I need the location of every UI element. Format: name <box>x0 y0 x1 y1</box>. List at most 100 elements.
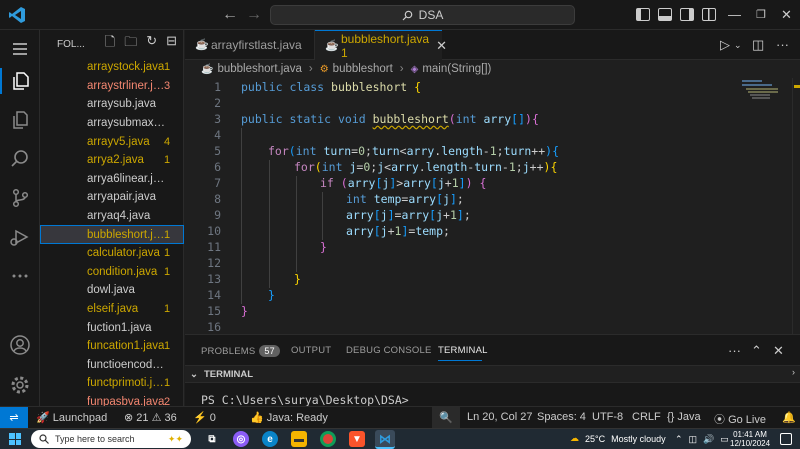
indent-guide <box>322 192 323 240</box>
file-item[interactable]: arrya6linear.java <box>40 170 184 189</box>
notifications-bell-icon[interactable]: 🔔 <box>782 411 796 424</box>
collapse-all-icon[interactable]: ⊟ <box>166 33 177 55</box>
file-item[interactable]: arrayv5.java 4 <box>40 132 184 151</box>
forward-arrow-icon[interactable]: → <box>246 6 262 24</box>
volume-icon[interactable]: 🔊 <box>703 434 714 445</box>
notification-center-icon[interactable] <box>780 433 792 445</box>
battery-icon[interactable]: ▭ <box>720 434 729 445</box>
tab-bubbleshort[interactable]: ☕ bubbleshort.java 1 ✕ <box>315 30 447 60</box>
search-icon[interactable] <box>9 148 31 170</box>
file-explorer-icon[interactable]: ▬ <box>291 431 307 447</box>
file-item[interactable]: arryapair.java <box>40 188 184 207</box>
menu-icon[interactable] <box>9 38 31 60</box>
file-item[interactable]: arrya2.java 1 <box>40 151 184 170</box>
toggle-primary-sidebar-icon[interactable] <box>636 8 650 21</box>
task-view-icon[interactable]: ⧉ <box>204 431 220 447</box>
terminal-prompt[interactable]: PS C:\Users\surya\Desktop\DSA> <box>201 393 409 407</box>
more-icon[interactable] <box>9 265 31 287</box>
new-folder-icon[interactable]: 🗀 <box>124 33 137 55</box>
problems-count-badge: 57 <box>259 345 280 357</box>
code-editor[interactable]: 1 2 3 4 5 6 7 8 9 10 11 12 13 14 15 16 p… <box>185 78 800 334</box>
brave-icon[interactable]: ▼ <box>349 431 365 447</box>
windows-start-icon[interactable] <box>9 433 21 445</box>
file-item[interactable]: arraysub.java <box>40 95 184 114</box>
file-item[interactable]: dowl.java <box>40 281 184 300</box>
file-item[interactable]: funcation1.java 1 <box>40 337 184 356</box>
file-item[interactable]: arraystock.java 1 <box>40 58 184 77</box>
terminal-section-header[interactable]: ⌄ TERMINAL <box>185 365 800 383</box>
settings-gear-icon[interactable] <box>9 374 31 396</box>
customize-layout-icon[interactable] <box>702 8 716 21</box>
command-center-search[interactable]: DSA <box>270 5 575 25</box>
vscode-taskbar-icon[interactable]: ⋈ <box>375 430 395 449</box>
java-status[interactable]: 👍 Java: Ready <box>250 411 328 424</box>
zoom-icon[interactable]: 🔍 <box>432 407 460 428</box>
minimize-button[interactable]: — <box>728 6 741 24</box>
file-item[interactable]: functprimoti.java 1 <box>40 374 184 393</box>
copilot-icon[interactable]: ◎ <box>233 431 249 447</box>
run-dropdown-chevron-icon[interactable]: ⌄ <box>734 40 742 51</box>
more-actions-icon[interactable]: ··· <box>776 37 789 52</box>
tab-arrayfirstlast[interactable]: ☕ arrayfirstlast.java <box>185 30 315 60</box>
weather-widget[interactable]: ☁ 25°C Mostly cloudy <box>570 433 666 444</box>
file-item[interactable]: arryaq4.java <box>40 207 184 226</box>
file-item[interactable]: arraysubmax.java <box>40 114 184 133</box>
tab-debug-console[interactable]: DEBUG CONSOLE <box>346 345 431 356</box>
new-file-icon[interactable]: 🗋 <box>105 33 115 55</box>
close-tab-icon[interactable]: ✕ <box>436 38 447 54</box>
source-control-icon[interactable] <box>9 187 31 209</box>
launchpad-item[interactable]: 🚀 Launchpad <box>36 411 107 424</box>
toggle-secondary-sidebar-icon[interactable] <box>680 8 694 21</box>
cursor-position[interactable]: Ln 20, Col 27 <box>467 411 532 423</box>
remote-indicator-icon[interactable]: ⇌ <box>0 407 28 428</box>
breadcrumb-file[interactable]: bubbleshort.java <box>217 63 301 75</box>
line-endings[interactable]: CRLF <box>632 411 661 423</box>
file-item-selected[interactable]: bubbleshort.java 1 <box>40 225 184 244</box>
file-item[interactable]: fuction1.java <box>40 318 184 337</box>
explorer-icon[interactable] <box>9 70 31 92</box>
chevron-right-icon[interactable]: › <box>792 367 795 377</box>
code-line: public class bubbleshort { <box>241 80 422 94</box>
line-number: 14 <box>207 288 221 302</box>
run-icon[interactable]: ▷ <box>720 37 730 53</box>
tab-output[interactable]: OUTPUT <box>291 345 331 356</box>
explorer-sidebar: FOL... 🗋 🗀 ↻ ⊟ arraystock.java 1 arraystr… <box>40 30 184 408</box>
back-arrow-icon[interactable]: ← <box>222 6 238 24</box>
run-debug-icon[interactable] <box>9 226 31 248</box>
indentation[interactable]: Spaces: 4 <box>537 411 586 423</box>
file-item[interactable]: calculator.java 1 <box>40 244 184 263</box>
editor-scrollbar[interactable] <box>792 78 800 334</box>
maximize-panel-icon[interactable]: ⌃ <box>751 343 762 359</box>
clock[interactable]: 01:41 AM 12/10/2024 <box>730 430 770 448</box>
encoding[interactable]: UTF-8 <box>592 411 623 423</box>
breadcrumb-method[interactable]: main(String[]) <box>422 63 491 75</box>
file-item[interactable]: functioencode.java <box>40 356 184 375</box>
account-icon[interactable] <box>9 334 31 356</box>
problems-status[interactable]: ⊗ 21 ⚠ 36 <box>124 411 177 424</box>
go-live-button[interactable]: ⦿ Go Live <box>714 411 766 427</box>
toggle-panel-icon[interactable] <box>658 8 672 21</box>
file-item[interactable]: elseif.java 1 <box>40 300 184 319</box>
edge-icon[interactable]: e <box>262 431 278 447</box>
ports-status[interactable]: ⚡ 0 <box>193 411 216 424</box>
taskbar-search[interactable]: Type here to search ✦✦ <box>31 430 191 448</box>
file-item[interactable]: arraystrliner.java 3 <box>40 77 184 96</box>
close-window-button[interactable]: ✕ <box>781 6 792 24</box>
line-number: 3 <box>214 112 221 126</box>
file-item[interactable]: condition.java 1 <box>40 263 184 282</box>
tab-problems[interactable]: PROBLEMS 57 <box>201 345 280 357</box>
chrome-icon[interactable] <box>320 431 336 447</box>
tab-terminal[interactable]: TERMINAL <box>438 345 488 356</box>
panel-more-icon[interactable]: ··· <box>728 343 741 358</box>
minimap[interactable] <box>740 78 792 118</box>
refresh-icon[interactable]: ↻ <box>146 33 157 55</box>
chevron-up-icon[interactable]: ⌃ <box>675 434 683 445</box>
split-editor-icon[interactable]: ◫ <box>752 37 764 53</box>
search-view-icon[interactable] <box>9 109 31 131</box>
restore-button[interactable]: ❐ <box>756 6 766 24</box>
language-mode[interactable]: {} Java <box>667 411 701 423</box>
network-icon[interactable]: ◫ <box>689 434 698 445</box>
folder-title: FOL... <box>57 38 85 50</box>
close-panel-icon[interactable]: ✕ <box>773 343 784 359</box>
breadcrumb-class[interactable]: bubbleshort <box>333 63 393 75</box>
